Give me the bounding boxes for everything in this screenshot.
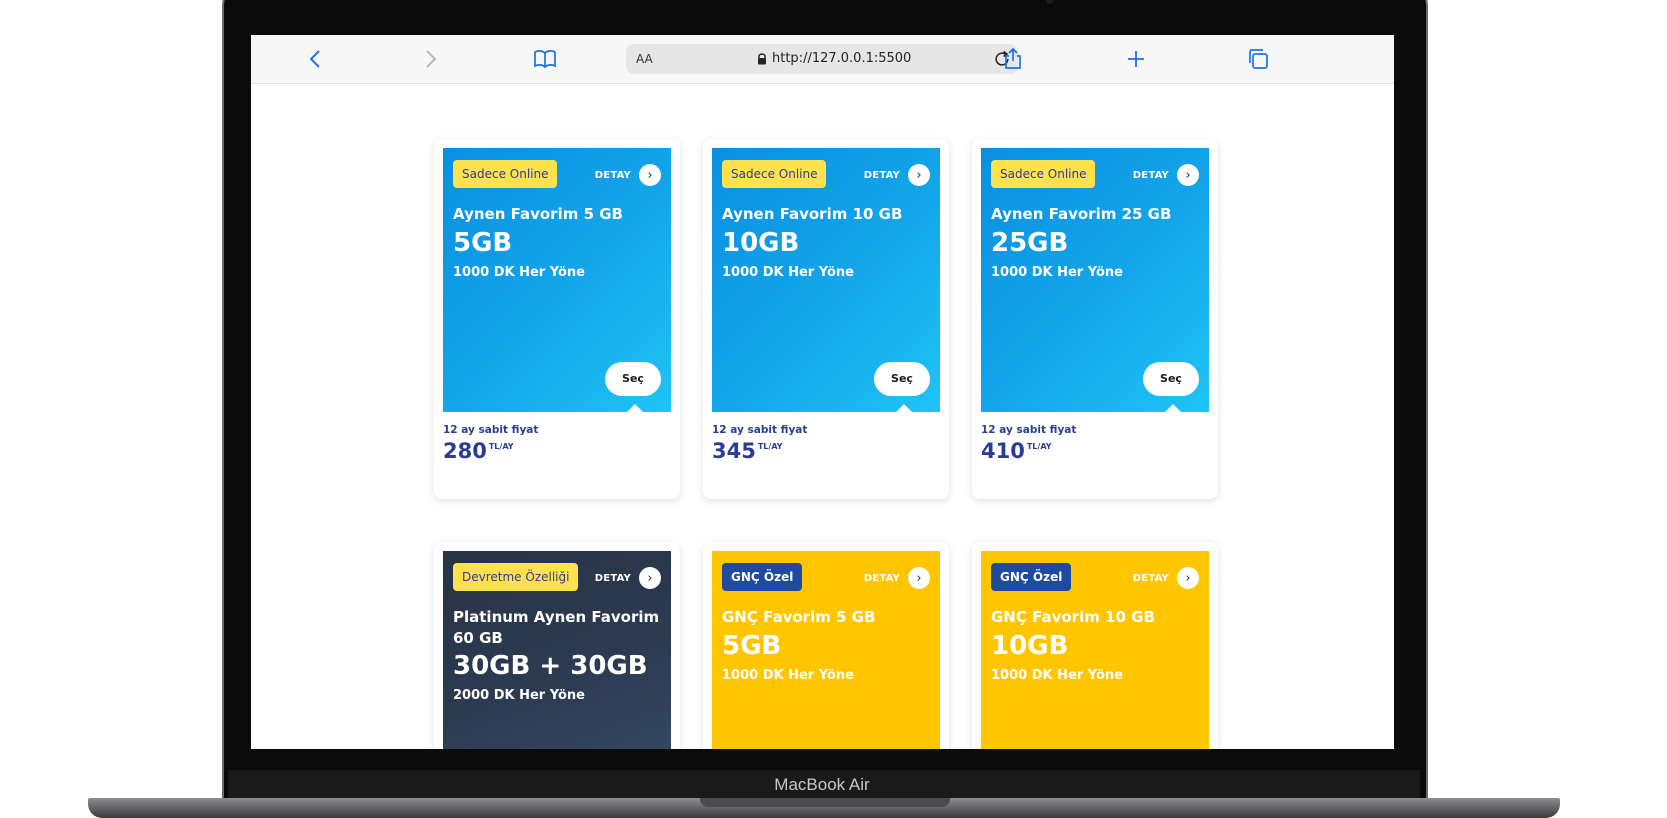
plan-card: GNÇ Özel DETAY › GNÇ Favorim 5 GB 5GB 10… xyxy=(703,542,949,749)
select-button[interactable]: Seç xyxy=(874,362,930,396)
fixed-price-label: 12 ay sabit fiyat xyxy=(712,424,808,436)
plan-name: Aynen Favorim 5 GB xyxy=(453,205,623,223)
plan-name: Platinum Aynen Favorim 60 GB xyxy=(453,608,660,647)
select-pointer xyxy=(627,404,643,412)
plan-badge: Sadece Online xyxy=(722,160,827,188)
price-value: 345 xyxy=(712,439,756,463)
plan-name: Aynen Favorim 10 GB xyxy=(722,205,903,223)
plan-data: 5GB xyxy=(722,631,782,661)
new-tab-icon[interactable] xyxy=(1124,47,1148,71)
price-value: 410 xyxy=(981,439,1025,463)
price: 345 TL/AY xyxy=(712,439,783,463)
select-pointer xyxy=(1165,404,1181,412)
price: 410 TL/AY xyxy=(981,439,1052,463)
lock-icon xyxy=(758,53,766,65)
back-chevron-icon[interactable] xyxy=(304,47,328,71)
detay-label: DETAY xyxy=(594,169,631,181)
laptop-notch xyxy=(700,798,950,807)
chevron-right-icon: › xyxy=(1177,164,1199,186)
bookmarks-icon[interactable] xyxy=(533,47,557,71)
select-button[interactable]: Seç xyxy=(1143,362,1199,396)
plan-badge: GNÇ Özel xyxy=(991,563,1072,591)
price-value: 280 xyxy=(443,439,487,463)
plan-badge: Devretme Özelliği xyxy=(453,563,579,591)
plan-card: Sadece Online DETAY › Aynen Favorim 25 G… xyxy=(972,139,1218,499)
plan-badge: GNÇ Özel xyxy=(722,563,803,591)
plan-minutes: 1000 DK Her Yöne xyxy=(722,265,854,280)
plan-card-header: Sadece Online DETAY › Aynen Favorim 5 GB… xyxy=(443,148,671,412)
detay-link[interactable]: DETAY › xyxy=(864,164,930,186)
plan-data: 25GB xyxy=(991,228,1069,258)
url-text[interactable]: http://127.0.0.1:5500 xyxy=(772,51,911,66)
plan-card: Devretme Özelliği DETAY › Platinum Aynen… xyxy=(434,542,680,749)
price-unit: TL/AY xyxy=(757,442,783,451)
plan-minutes: 1000 DK Her Yöne xyxy=(991,265,1123,280)
plan-card: Sadece Online DETAY › Aynen Favorim 5 GB… xyxy=(434,139,680,499)
plan-card: GNÇ Özel DETAY › GNÇ Favorim 10 GB 10GB … xyxy=(972,542,1218,749)
plan-data: 10GB xyxy=(722,228,800,258)
chevron-right-icon: › xyxy=(639,567,661,589)
camera xyxy=(1046,0,1053,4)
plan-name: Aynen Favorim 25 GB xyxy=(991,205,1172,223)
chevron-right-icon: › xyxy=(639,164,661,186)
plan-minutes: 1000 DK Her Yöne xyxy=(991,668,1123,683)
fixed-price-label: 12 ay sabit fiyat xyxy=(981,424,1077,436)
share-icon[interactable] xyxy=(1001,47,1025,71)
plan-minutes: 1000 DK Her Yöne xyxy=(722,668,854,683)
tabs-icon[interactable] xyxy=(1246,47,1270,71)
detay-link[interactable]: DETAY › xyxy=(1133,567,1199,589)
detay-label: DETAY xyxy=(1132,572,1169,584)
plan-card-header: Devretme Özelliği DETAY › Platinum Aynen… xyxy=(443,551,671,749)
browser-screen: AA http://127.0.0.1:5500 Sadece Online D… xyxy=(251,35,1394,749)
plan-data: 30GB + 30GB xyxy=(453,651,648,681)
chevron-right-icon: › xyxy=(908,164,930,186)
plan-badge: Sadece Online xyxy=(991,160,1096,188)
plan-card-header: GNÇ Özel DETAY › GNÇ Favorim 10 GB 10GB … xyxy=(981,551,1209,749)
plan-data: 5GB xyxy=(453,228,513,258)
plan-data: 10GB xyxy=(991,631,1069,661)
select-pointer xyxy=(896,404,912,412)
price: 280 TL/AY xyxy=(443,439,514,463)
plan-card-header: Sadece Online DETAY › Aynen Favorim 10 G… xyxy=(712,148,940,412)
detay-link[interactable]: DETAY › xyxy=(595,567,661,589)
plan-name: GNÇ Favorim 5 GB xyxy=(722,608,876,626)
detay-link[interactable]: DETAY › xyxy=(595,164,661,186)
detay-link[interactable]: DETAY › xyxy=(864,567,930,589)
plan-badge: Sadece Online xyxy=(453,160,558,188)
plan-card: Sadece Online DETAY › Aynen Favorim 10 G… xyxy=(703,139,949,499)
device-label: MacBook Air xyxy=(774,775,870,794)
address-bar[interactable]: AA http://127.0.0.1:5500 xyxy=(626,44,1018,74)
price-unit: TL/AY xyxy=(1026,442,1052,451)
plan-minutes: 2000 DK Her Yöne xyxy=(453,688,585,703)
detay-label: DETAY xyxy=(863,572,900,584)
plan-card-header: Sadece Online DETAY › Aynen Favorim 25 G… xyxy=(981,148,1209,412)
text-size-button[interactable]: AA xyxy=(636,52,653,66)
browser-toolbar: AA http://127.0.0.1:5500 xyxy=(251,35,1394,84)
plan-name: GNÇ Favorim 10 GB xyxy=(991,608,1155,626)
detay-label: DETAY xyxy=(1132,169,1169,181)
chevron-right-icon: › xyxy=(908,567,930,589)
detay-link[interactable]: DETAY › xyxy=(1133,164,1199,186)
plan-minutes: 1000 DK Her Yöne xyxy=(453,265,585,280)
chevron-right-icon: › xyxy=(1177,567,1199,589)
plan-card-header: GNÇ Özel DETAY › GNÇ Favorim 5 GB 5GB 10… xyxy=(712,551,940,749)
detay-label: DETAY xyxy=(863,169,900,181)
select-button[interactable]: Seç xyxy=(605,362,661,396)
detay-label: DETAY xyxy=(594,572,631,584)
fixed-price-label: 12 ay sabit fiyat xyxy=(443,424,539,436)
forward-chevron-icon[interactable] xyxy=(418,47,442,71)
price-unit: TL/AY xyxy=(488,442,514,451)
